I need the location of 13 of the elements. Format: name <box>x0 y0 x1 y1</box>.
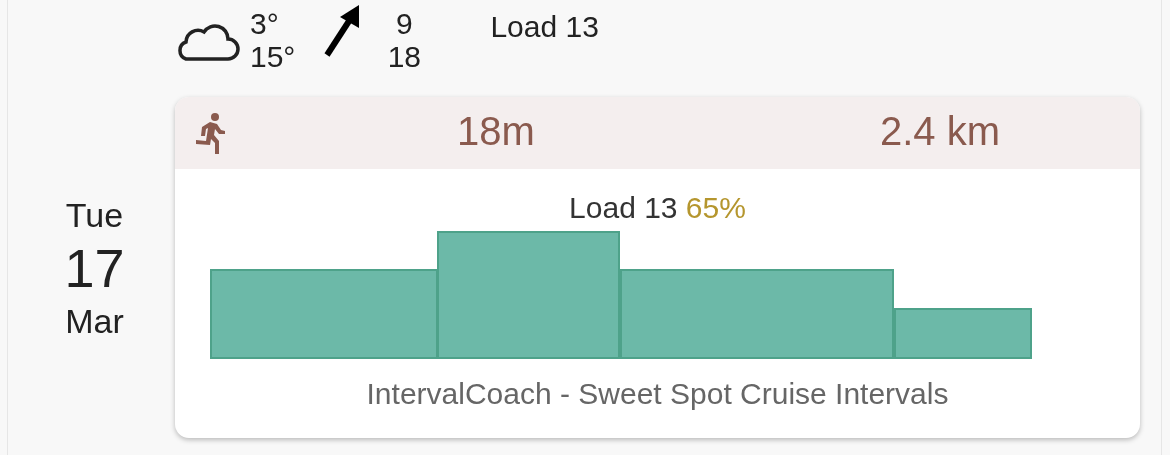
wind-speed: 9 <box>396 7 413 40</box>
running-icon <box>193 111 225 155</box>
day-number: 17 <box>64 236 125 300</box>
load-label: Load 13 <box>490 10 599 44</box>
weekday: Tue <box>65 194 124 235</box>
distance: 2.4 km <box>880 109 1001 154</box>
load-percent-label: Load 13 65% <box>569 191 746 226</box>
workout-name: IntervalCoach - Sweet Spot Cruise Intervals <box>366 377 949 411</box>
low-temperature: 3° <box>250 7 280 40</box>
month: Mar <box>65 300 124 341</box>
wind-gust: 18 <box>387 40 422 73</box>
duration: 18m <box>457 109 535 154</box>
high-temperature: 15° <box>250 40 296 73</box>
